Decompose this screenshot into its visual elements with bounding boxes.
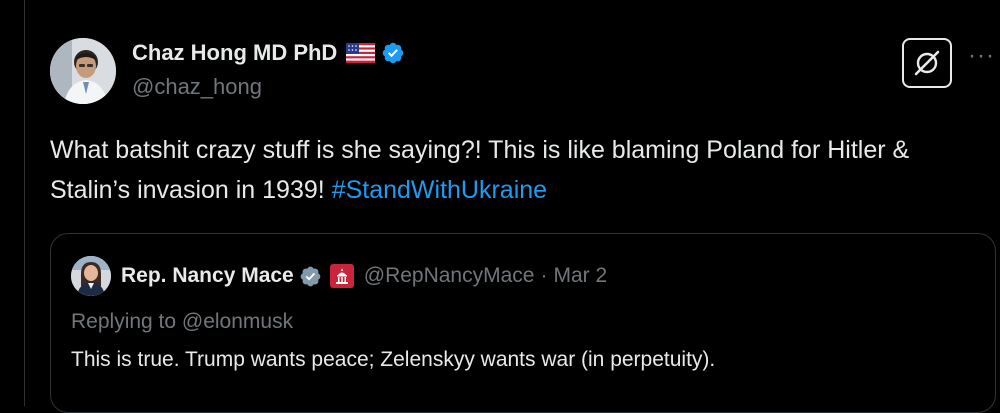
- author-name-row: Chaz Hong MD PhD: [132, 38, 405, 68]
- timeline-divider: [24, 0, 25, 406]
- verified-badge-icon[interactable]: [381, 41, 405, 65]
- quoted-tweet[interactable]: Rep. Nancy Mace @RepNancyMace · Mar 2 Re…: [50, 233, 996, 413]
- grok-button[interactable]: [902, 38, 952, 88]
- hashtag-link[interactable]: #StandWithUkraine: [332, 176, 547, 204]
- quoted-author-handle[interactable]: @RepNancyMace: [364, 264, 535, 288]
- quoted-author-avatar[interactable]: [71, 256, 111, 296]
- quoted-tweet-header: Rep. Nancy Mace @RepNancyMace · Mar 2: [71, 256, 607, 296]
- us-capitol-icon[interactable]: [329, 264, 354, 288]
- tweet-header: Chaz Hong MD PhD @chaz_hong: [132, 38, 405, 100]
- quoted-author-display-name[interactable]: Rep. Nancy Mace: [121, 264, 294, 288]
- author-avatar[interactable]: [50, 38, 116, 104]
- more-options-button[interactable]: ···: [968, 44, 998, 74]
- replying-to[interactable]: Replying to @elonmusk: [71, 310, 293, 334]
- tweet-text: What batshit crazy stuff is she saying?!…: [50, 130, 995, 210]
- author-display-name[interactable]: Chaz Hong MD PhD: [132, 40, 337, 66]
- author-handle[interactable]: @chaz_hong: [132, 74, 405, 100]
- grok-icon: [914, 50, 940, 76]
- quoted-tweet-text: This is true. Trump wants peace; Zelensk…: [71, 348, 716, 371]
- separator-dot: ·: [540, 264, 548, 287]
- tweet[interactable]: Chaz Hong MD PhD @chaz_hong ··· What bat…: [50, 0, 1000, 413]
- quoted-tweet-date[interactable]: Mar 2: [553, 264, 607, 288]
- us-flag-icon: [346, 43, 376, 63]
- gray-verified-badge-icon[interactable]: [299, 265, 322, 288]
